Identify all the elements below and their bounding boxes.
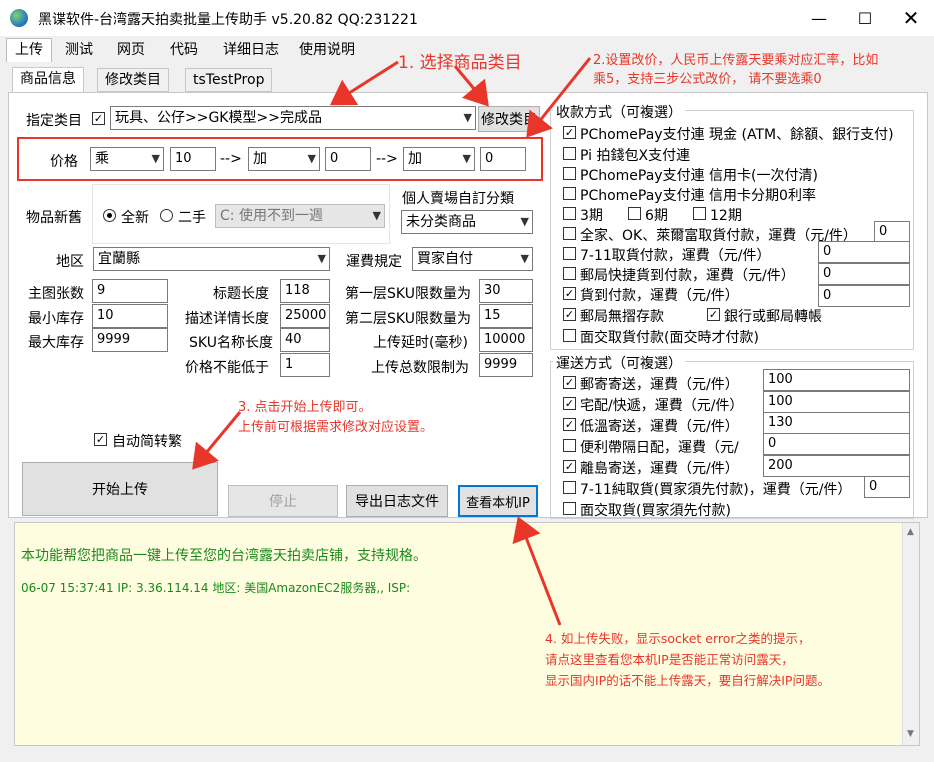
arrow-step2 xyxy=(526,57,592,138)
arrow-step4 xyxy=(512,516,562,626)
annotation-arrows xyxy=(192,57,592,626)
arrow-step1-left xyxy=(329,60,399,106)
arrow-step1-right xyxy=(453,65,489,107)
app-window: 黑谍软件-台湾露天拍卖批量上传助手 v5.20.82 QQ:231221 — ☐… xyxy=(0,0,934,762)
arrow-step3 xyxy=(192,411,242,470)
